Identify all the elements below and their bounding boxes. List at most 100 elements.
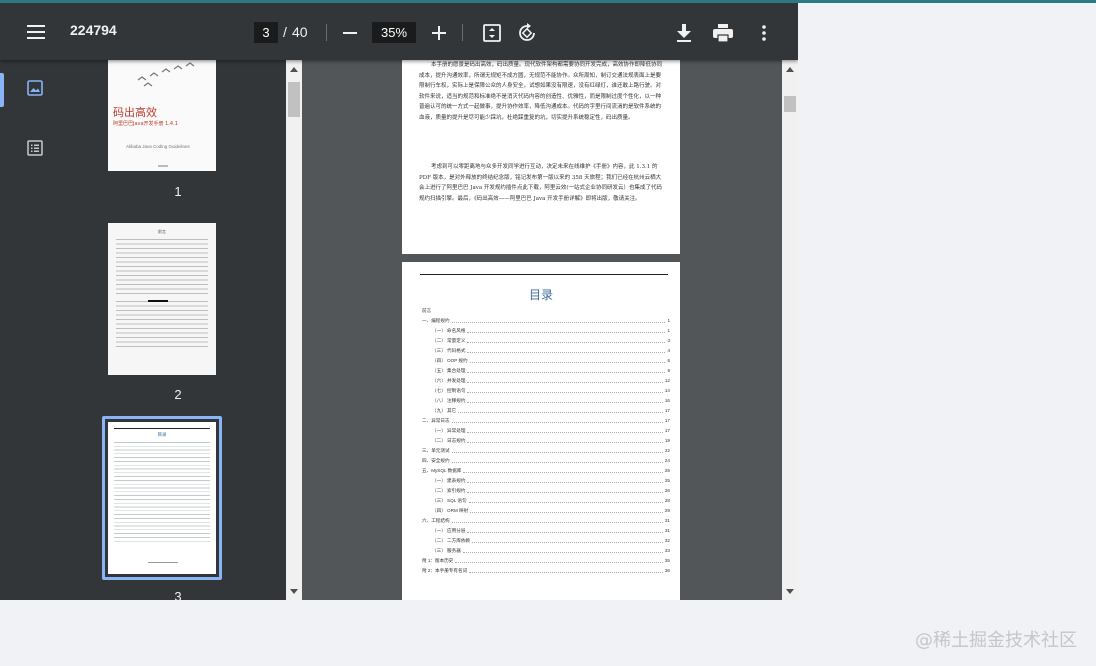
toc-entry-label: （七） 控制语句 — [432, 388, 466, 393]
toc-entry[interactable]: （一） 命名风格 1 — [422, 326, 670, 336]
toc-entry-page: 36 — [664, 568, 670, 573]
scroll-down-arrow-icon[interactable] — [287, 584, 301, 598]
toc-entry-label: （六） 并发处理 — [432, 378, 466, 383]
toc-entry-label: 四、安全规约 — [422, 458, 450, 463]
toc-entry-page: 35 — [664, 558, 670, 563]
toolbar-divider — [462, 24, 463, 41]
toc-entry[interactable]: （五） 集合处理 9 — [422, 366, 670, 376]
toc-entry[interactable]: （三） SQL 语句 28 — [422, 496, 670, 506]
toc-leader-dots — [470, 506, 663, 513]
toc-entry[interactable]: （四） OOP 规约 6 — [422, 356, 670, 366]
thumbnail-scrollbar[interactable] — [286, 60, 302, 600]
toc-entry-page: 32 — [664, 538, 670, 543]
toc-entry-page: 25 — [664, 478, 670, 483]
toc-entry[interactable]: （八） 注释规约 16 — [422, 396, 670, 406]
toc-entry-label: （八） 注释规约 — [432, 398, 466, 403]
toc-leader-dots — [451, 316, 666, 323]
toc-entry[interactable]: 附 1：版本历史 35 — [422, 556, 670, 566]
toc-entry[interactable]: （一） 异常处理 17 — [422, 426, 670, 436]
toc-entry[interactable]: （三） 代码格式 4 — [422, 346, 670, 356]
toc-entry[interactable]: 四、安全规约 24 — [422, 456, 670, 466]
toc-entry[interactable]: （三） 服务器 33 — [422, 546, 670, 556]
toc-entry[interactable]: 二、异常日志 17 — [422, 416, 670, 426]
toc-entry-label: 二、异常日志 — [422, 418, 450, 423]
toc-entry[interactable]: 六、工程结构 31 — [422, 516, 670, 526]
zoom-in-button[interactable] — [427, 21, 451, 45]
page-separator: / — [283, 24, 287, 40]
page-number-input[interactable] — [254, 22, 278, 43]
toc-entry[interactable]: （七） 控制语句 14 — [422, 386, 670, 396]
thumbnail-label-2: 2 — [174, 387, 182, 402]
toc-entry[interactable]: 三、单元测试 22 — [422, 446, 670, 456]
more-options-button[interactable] — [752, 20, 776, 46]
thumbnail-scrollbar-thumb[interactable] — [288, 82, 300, 117]
toc-entry-label: （一） 命名风格 — [432, 328, 466, 333]
toc-entry[interactable]: （九） 其它 17 — [422, 406, 670, 416]
list-icon — [27, 139, 43, 161]
toc-leader-dots — [467, 396, 663, 403]
total-pages: 40 — [292, 24, 308, 40]
outline-view-button[interactable] — [0, 131, 70, 169]
toc-entry[interactable]: （一） 应用分层 31 — [422, 526, 670, 536]
toc-leader-dots — [458, 406, 663, 413]
zoom-out-button[interactable] — [338, 21, 362, 45]
cover-publisher-mark — [158, 165, 168, 167]
scroll-down-arrow-icon[interactable] — [783, 584, 797, 598]
print-button[interactable] — [710, 20, 736, 46]
toc-entry-label: （三） SQL 语句 — [432, 498, 467, 503]
toc-entry-page: 1 — [667, 328, 670, 333]
toc-leader-dots — [469, 356, 666, 363]
scroll-up-arrow-icon[interactable] — [783, 62, 797, 76]
toc-entry[interactable]: （一） 建表规约 25 — [422, 476, 670, 486]
toc-entry[interactable]: 前言 — [422, 306, 670, 316]
hamburger-menu-icon[interactable] — [22, 18, 50, 46]
toc-entry-label: 前言 — [422, 308, 432, 313]
toc-entry[interactable]: （二） 日志规约 19 — [422, 436, 670, 446]
toc-leader-dots — [451, 516, 663, 523]
toc-leader-dots — [467, 326, 666, 333]
toc-entry-label: （三） 服务器 — [432, 548, 461, 553]
more-vertical-icon — [762, 25, 766, 41]
toc-entry-page: 17 — [664, 408, 670, 413]
toc-leader-dots — [467, 386, 663, 393]
toc-entry-label: 三、单元测试 — [422, 448, 450, 453]
thumbnail-2-heading: 前言 — [158, 229, 166, 234]
cover-title: 码出高效 — [113, 106, 157, 119]
toc-entry[interactable]: （四） ORM 映射 29 — [422, 506, 670, 516]
toc-entry-page: 26 — [664, 488, 670, 493]
download-button[interactable] — [671, 20, 697, 46]
toc-entry[interactable]: （六） 并发处理 12 — [422, 376, 670, 386]
toc-leader-dots — [467, 376, 663, 383]
thumbnail-3-toc-lines — [114, 442, 210, 544]
toc-entry[interactable]: （二） 索引规约 26 — [422, 486, 670, 496]
toc-entry-page: 28 — [664, 498, 670, 503]
zoom-level-input[interactable] — [372, 22, 416, 43]
page-2-paragraph-1: 本手册的愿景是码出高效，码出质量。现代软件架构都需要协同开发完成，高效协作即降低… — [419, 62, 663, 121]
toc-leader-dots — [467, 426, 663, 433]
page-thumbnail-3[interactable]: 目录 — [108, 422, 216, 574]
toc-entry-label: （二） 索引规约 — [432, 488, 466, 493]
toc-entry-label: （九） 其它 — [432, 408, 457, 413]
scroll-up-arrow-icon[interactable] — [287, 62, 301, 76]
thumbnail-panel: 码出高效 阿里巴巴Java开发手册 1.4.1 Alibaba Java Cod… — [70, 60, 286, 600]
fit-to-page-button[interactable] — [479, 20, 505, 46]
page-thumbnail-1[interactable]: 码出高效 阿里巴巴Java开发手册 1.4.1 Alibaba Java Cod… — [108, 60, 216, 171]
toc-entry-page: 24 — [664, 458, 670, 463]
toc-entry[interactable]: （二） 常量定义 3 — [422, 336, 670, 346]
toc-entry[interactable]: 一、编程规约 1 — [422, 316, 670, 326]
thumbnails-view-button[interactable] — [0, 71, 70, 109]
document-canvas: 本手册的愿景是码出高效，码出质量。现代软件架构都需要协同开发完成，高效协作即降低… — [302, 60, 782, 600]
toc-entry[interactable]: （二） 二方库依赖 32 — [422, 536, 670, 546]
document-scrollbar[interactable] — [782, 60, 798, 600]
thumbnail-2-text — [116, 301, 208, 347]
toc-entry-page: 25 — [664, 468, 670, 473]
document-title: 224794 — [70, 22, 117, 38]
toc-entry[interactable]: 五、MySQL 数据库 25 — [422, 466, 670, 476]
document-scrollbar-thumb[interactable] — [784, 96, 796, 112]
rotate-button[interactable] — [514, 20, 540, 46]
page-thumbnail-2[interactable]: 前言 — [108, 223, 216, 375]
toc-entry-label: （五） 集合处理 — [432, 368, 466, 373]
toc-entry[interactable]: 附 2：本手册专有名词 36 — [422, 566, 670, 576]
toc-entry-label: 五、MySQL 数据库 — [422, 468, 462, 473]
toc-leader-dots — [463, 466, 663, 473]
